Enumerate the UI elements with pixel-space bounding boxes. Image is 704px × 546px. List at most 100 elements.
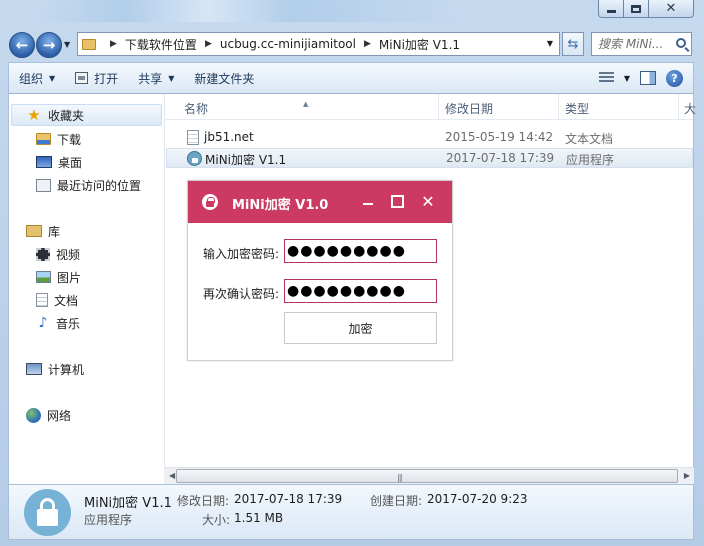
help-icon[interactable]: ? <box>666 69 683 87</box>
nav-item-label: 桌面 <box>58 155 83 170</box>
chevron-right-icon[interactable]: ▶ <box>110 39 117 49</box>
column-divider[interactable] <box>438 94 439 120</box>
window-close-button[interactable]: ✕ <box>649 0 694 18</box>
details-created-label: 创建日期: <box>370 494 423 508</box>
grip-icon: ||| <box>397 473 403 482</box>
nav-item-label: 图片 <box>57 270 82 285</box>
search-box[interactable] <box>591 32 692 56</box>
file-type: 应用程序 <box>566 153 615 167</box>
column-header-type[interactable]: 类型 <box>565 100 589 117</box>
file-row-mini[interactable]: MiNi加密 V1.1 2017-07-18 17:39 应用程序 <box>166 148 693 168</box>
nav-item-label: 网络 <box>47 408 72 423</box>
nav-item-network[interactable]: 网络 <box>26 406 71 424</box>
nav-item-documents[interactable]: 文档 <box>36 291 78 309</box>
maximize-icon <box>631 4 641 13</box>
nav-item-computer[interactable]: 计算机 <box>26 360 84 378</box>
new-folder-button[interactable]: 新建文件夹 <box>184 63 264 93</box>
breadcrumb-ucbug-folder[interactable]: ucbug.cc-minijiamitool <box>220 37 356 51</box>
scroll-right-icon[interactable]: ▶ <box>684 471 690 480</box>
nav-item-label: 视频 <box>56 247 81 262</box>
file-type: 文本文档 <box>565 132 614 146</box>
downloads-folder-icon <box>36 133 51 145</box>
nav-item-favorites[interactable]: ★ 收藏夹 <box>11 104 162 126</box>
change-view-button[interactable]: ▼ <box>598 72 630 84</box>
dialog-title: MiNi加密 V1.0 <box>232 198 329 213</box>
organize-menu[interactable]: 组织 ▼ <box>9 63 65 93</box>
file-date: 2015-05-19 14:42 <box>445 130 554 144</box>
dialog-maximize-button[interactable] <box>387 191 407 211</box>
close-icon: ✕ <box>665 1 677 16</box>
horizontal-scrollbar[interactable]: ◀ ||| ▶ <box>164 467 694 484</box>
window-minimize-button[interactable] <box>598 0 624 18</box>
lock-app-icon <box>187 151 202 166</box>
nav-item-downloads[interactable]: 下载 <box>36 130 81 148</box>
scroll-left-icon[interactable]: ◀ <box>169 471 175 480</box>
details-file-name: MiNi加密 V1.1 <box>84 496 172 511</box>
window-maximize-button[interactable] <box>624 0 649 18</box>
file-name: MiNi加密 V1.1 <box>205 153 287 167</box>
mini-encrypt-dialog: MiNi加密 V1.0 ✕ 输入加密密码: 再次确认密码: 加密 <box>187 180 453 361</box>
preview-pane-icon[interactable] <box>640 71 656 85</box>
dialog-minimize-button[interactable] <box>358 191 378 211</box>
nav-item-label: 收藏夹 <box>48 108 85 123</box>
file-date: 2017-07-18 17:39 <box>446 151 555 165</box>
search-input[interactable] <box>598 37 674 51</box>
details-pane: MiNi加密 V1.1 应用程序 修改日期: 2017-07-18 17:39 … <box>8 484 694 540</box>
column-divider[interactable] <box>678 94 679 120</box>
network-icon <box>26 407 41 423</box>
new-folder-label: 新建文件夹 <box>194 71 255 86</box>
nav-item-recent[interactable]: 最近访问的位置 <box>36 176 141 194</box>
encrypt-button[interactable]: 加密 <box>284 312 437 344</box>
organize-label: 组织 <box>19 71 44 86</box>
nav-item-libraries[interactable]: 库 <box>26 222 60 240</box>
password-input[interactable] <box>284 239 437 263</box>
arrow-left-icon: ← <box>15 36 29 54</box>
document-icon <box>36 293 48 307</box>
music-note-icon: ♪ <box>38 315 48 331</box>
dialog-close-button[interactable]: ✕ <box>418 191 438 211</box>
refresh-button[interactable]: ⇆ <box>562 32 584 56</box>
chevron-down-icon[interactable]: ▼ <box>547 39 553 48</box>
navigation-pane: ★ 收藏夹 下载 桌面 最近访问的位置 库 视频 图片 文档 ♪ 音乐 计算机 … <box>9 94 165 484</box>
dialog-title-bar[interactable]: MiNi加密 V1.0 ✕ <box>188 181 452 223</box>
chevron-right-icon[interactable]: ▶ <box>364 39 371 49</box>
address-bar[interactable]: ▶ 下载软件位置 ▶ ucbug.cc-minijiamitool ▶ MiNi… <box>77 32 560 56</box>
scrollbar-thumb[interactable]: ||| <box>176 469 678 483</box>
password-label: 输入加密密码: <box>203 247 280 261</box>
details-size-value: 1.51 MB <box>234 511 284 525</box>
sort-ascending-icon: ▲ <box>303 100 309 108</box>
open-button[interactable]: 打开 <box>65 63 128 93</box>
column-header-size[interactable]: 大 <box>684 100 696 117</box>
breadcrumb-mini-folder[interactable]: MiNi加密 V1.1 <box>379 36 460 53</box>
recent-pages-dropdown[interactable]: ▼ <box>64 40 70 49</box>
column-divider[interactable] <box>558 94 559 120</box>
column-header-name[interactable]: 名称 <box>184 100 208 117</box>
confirm-password-input[interactable] <box>284 279 437 303</box>
breadcrumb-download-location[interactable]: 下载软件位置 <box>125 36 197 53</box>
nav-item-videos[interactable]: 视频 <box>36 245 80 263</box>
search-icon[interactable] <box>676 38 686 48</box>
recent-places-icon <box>36 178 51 192</box>
chevron-down-icon: ▼ <box>623 73 630 83</box>
back-button[interactable]: ← <box>9 32 35 58</box>
toolbar-right-group: ▼ ? <box>598 69 693 87</box>
details-size-label: 大小: <box>202 513 231 527</box>
nav-item-music[interactable]: ♪ 音乐 <box>36 314 80 332</box>
lock-body <box>37 509 58 526</box>
nav-item-label: 文档 <box>54 293 79 308</box>
forward-button[interactable]: → <box>36 32 62 58</box>
details-modified-value: 2017-07-18 17:39 <box>234 492 343 506</box>
command-bar: 组织 ▼ 打开 共享 ▼ 新建文件夹 ▼ ? <box>8 62 694 94</box>
chevron-right-icon[interactable]: ▶ <box>205 39 212 49</box>
chevron-down-icon: ▼ <box>168 73 175 83</box>
window-caption-buttons: ✕ <box>598 0 694 18</box>
star-icon: ★ <box>27 105 41 124</box>
column-header-date[interactable]: 修改日期 <box>445 100 493 117</box>
nav-item-pictures[interactable]: 图片 <box>36 268 81 286</box>
nav-item-label: 最近访问的位置 <box>57 178 142 193</box>
file-name: jb51.net <box>204 130 254 144</box>
file-row-jb51[interactable]: jb51.net 2015-05-19 14:42 文本文档 <box>166 128 693 148</box>
share-menu[interactable]: 共享 ▼ <box>128 63 184 93</box>
nav-item-desktop[interactable]: 桌面 <box>36 153 82 171</box>
share-label: 共享 <box>138 71 163 86</box>
